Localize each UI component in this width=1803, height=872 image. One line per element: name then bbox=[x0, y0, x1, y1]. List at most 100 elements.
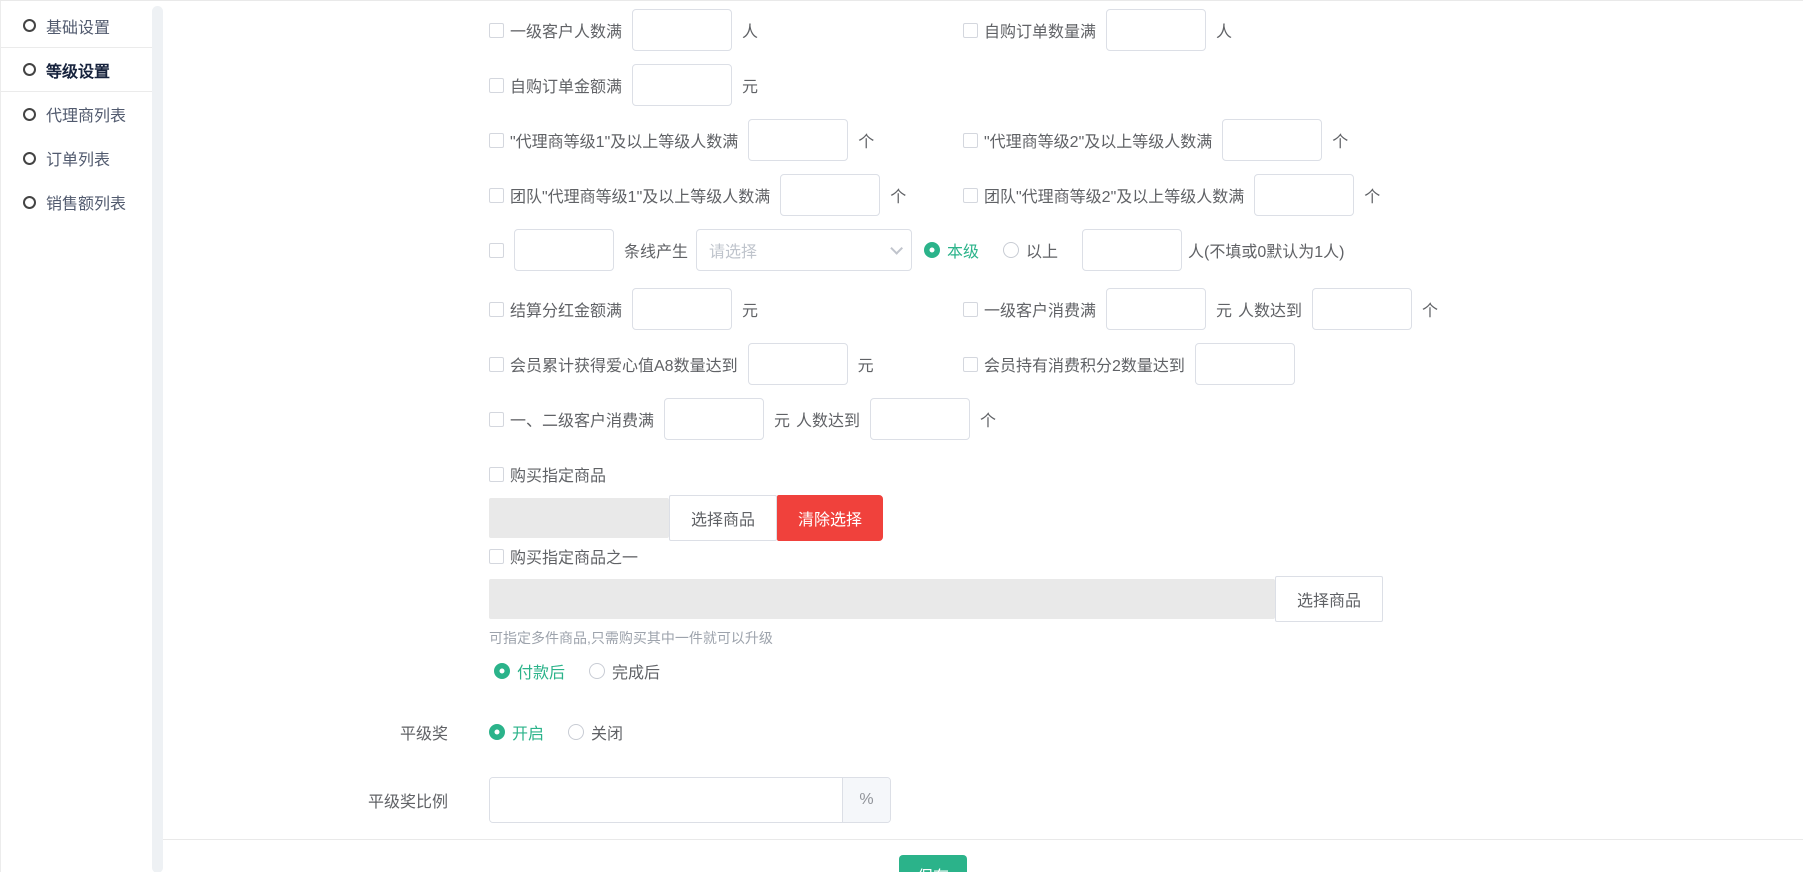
checkbox-points2[interactable] bbox=[963, 357, 978, 372]
condition-label: 一、二级客户消费满 bbox=[510, 407, 654, 431]
checkbox-self-order-count[interactable] bbox=[963, 23, 978, 38]
select-placeholder: 请选择 bbox=[709, 238, 757, 262]
radio-after-completion[interactable] bbox=[589, 663, 605, 679]
level-settings-page: 基础设置 等级设置 代理商列表 订单列表 销售额列表 一级客户人数满 人 bbox=[0, 0, 1803, 872]
checkbox-agent-level1[interactable] bbox=[489, 133, 504, 148]
radio-label: 付款后 bbox=[517, 659, 565, 683]
radio-label: 完成后 bbox=[612, 659, 660, 683]
lines-mid-label: 条线产生 bbox=[624, 238, 688, 262]
sidebar-item-label: 代理商列表 bbox=[46, 102, 126, 126]
sidebar-item-label: 订单列表 bbox=[46, 146, 110, 170]
circle-icon bbox=[23, 196, 36, 209]
radio-label: 本级 bbox=[947, 238, 979, 262]
points2-input[interactable] bbox=[1195, 343, 1295, 385]
agent-level2-input[interactable] bbox=[1222, 119, 1322, 161]
peer-award-label: 平级奖 bbox=[163, 720, 448, 744]
sidebar-item-label: 销售额列表 bbox=[46, 190, 126, 214]
radio-peer-award-off[interactable] bbox=[568, 724, 584, 740]
radio-above-level[interactable] bbox=[1003, 242, 1019, 258]
radio-label: 以上 bbox=[1026, 238, 1058, 262]
circle-icon bbox=[23, 19, 36, 32]
sidebar-item-sales-list[interactable]: 销售额列表 bbox=[1, 180, 152, 224]
checkbox-team-agent-level2[interactable] bbox=[963, 188, 978, 203]
lines-people-input[interactable] bbox=[1082, 229, 1182, 271]
select-product-button[interactable]: 选择商品 bbox=[669, 495, 777, 541]
chevron-down-icon bbox=[890, 242, 903, 255]
condition-label: 一级客户人数满 bbox=[510, 18, 622, 42]
lines-level-select[interactable]: 请选择 bbox=[696, 229, 912, 271]
condition-label: 购买指定商品 bbox=[510, 462, 606, 486]
level12-consumption-input[interactable] bbox=[664, 398, 764, 440]
unit-label: 人 bbox=[742, 18, 758, 42]
radio-peer-award-on[interactable] bbox=[489, 724, 505, 740]
condition-label: 团队"代理商等级1"及以上等级人数满 bbox=[510, 183, 770, 207]
condition-label: 购买指定商品之一 bbox=[510, 544, 638, 568]
unit-label: 元 bbox=[1216, 297, 1232, 321]
first-level-consumption-input[interactable] bbox=[1106, 288, 1206, 330]
condition-label: 自购订单数量满 bbox=[984, 18, 1096, 42]
checkbox-team-agent-level1[interactable] bbox=[489, 188, 504, 203]
unit-label: 元 bbox=[774, 407, 790, 431]
team-agent-level2-input[interactable] bbox=[1254, 174, 1354, 216]
love-value-input[interactable] bbox=[748, 343, 848, 385]
circle-icon bbox=[23, 152, 36, 165]
checkbox-dividend-amount[interactable] bbox=[489, 302, 504, 317]
sidebar-item-label: 等级设置 bbox=[46, 58, 110, 82]
checkbox-lines-condition[interactable] bbox=[489, 243, 504, 258]
condition-label: "代理商等级1"及以上等级人数满 bbox=[510, 128, 738, 152]
circle-icon bbox=[23, 108, 36, 121]
condition-label: 团队"代理商等级2"及以上等级人数满 bbox=[984, 183, 1244, 207]
scrollbar[interactable] bbox=[152, 6, 163, 872]
radio-current-level[interactable] bbox=[924, 242, 940, 258]
radio-after-payment[interactable] bbox=[494, 663, 510, 679]
unit-label: 个 bbox=[1422, 297, 1438, 321]
unit-label: 个 bbox=[980, 407, 996, 431]
condition-label: "代理商等级2"及以上等级人数满 bbox=[984, 128, 1212, 152]
sidebar-item-level-settings[interactable]: 等级设置 bbox=[1, 48, 152, 92]
checkbox-agent-level2[interactable] bbox=[963, 133, 978, 148]
checkbox-first-level-customers[interactable] bbox=[489, 23, 504, 38]
selected-product-field bbox=[489, 498, 669, 538]
select-products-button[interactable]: 选择商品 bbox=[1275, 576, 1383, 622]
unit-label: 个 bbox=[890, 183, 906, 207]
team-agent-level1-input[interactable] bbox=[780, 174, 880, 216]
radio-label: 开启 bbox=[512, 720, 544, 744]
peer-award-ratio-input[interactable] bbox=[490, 778, 842, 822]
condition-label: 会员持有消费积分2数量达到 bbox=[984, 352, 1185, 376]
checkbox-first-level-consumption[interactable] bbox=[963, 302, 978, 317]
unit-label: 个 bbox=[1332, 128, 1348, 152]
self-order-amount-input[interactable] bbox=[632, 64, 732, 106]
checkbox-level12-consumption[interactable] bbox=[489, 412, 504, 427]
unit-label: 元 bbox=[742, 297, 758, 321]
level12-consumption-count-input[interactable] bbox=[870, 398, 970, 440]
sidebar-item-agent-list[interactable]: 代理商列表 bbox=[1, 92, 152, 136]
dividend-amount-input[interactable] bbox=[632, 288, 732, 330]
checkbox-love-value[interactable] bbox=[489, 357, 504, 372]
percent-addon: % bbox=[842, 778, 890, 822]
sidebar-item-order-list[interactable]: 订单列表 bbox=[1, 136, 152, 180]
lines-count-input[interactable] bbox=[514, 229, 614, 271]
mid-label: 人数达到 bbox=[796, 407, 860, 431]
self-order-count-input[interactable] bbox=[1106, 9, 1206, 51]
sidebar: 基础设置 等级设置 代理商列表 订单列表 销售额列表 bbox=[0, 1, 152, 872]
checkbox-buy-one-of-products[interactable] bbox=[489, 549, 504, 564]
checkbox-buy-product[interactable] bbox=[489, 467, 504, 482]
sidebar-item-basic-settings[interactable]: 基础设置 bbox=[1, 4, 152, 48]
condition-label: 自购订单金额满 bbox=[510, 73, 622, 97]
peer-award-ratio-label: 平级奖比例 bbox=[163, 788, 448, 812]
unit-label: 个 bbox=[858, 128, 874, 152]
checkbox-self-order-amount[interactable] bbox=[489, 78, 504, 93]
unit-label: 元 bbox=[742, 73, 758, 97]
save-button[interactable]: 保存 bbox=[899, 855, 967, 872]
first-level-customers-input[interactable] bbox=[632, 9, 732, 51]
clear-selection-button[interactable]: 清除选择 bbox=[777, 495, 883, 541]
radio-label: 关闭 bbox=[591, 720, 623, 744]
peer-award-ratio-group: % bbox=[489, 777, 891, 823]
selected-products-field bbox=[489, 579, 1275, 619]
agent-level1-input[interactable] bbox=[748, 119, 848, 161]
sidebar-item-label: 基础设置 bbox=[46, 14, 110, 38]
products-hint: 可指定多件商品,只需购买其中一件就可以升级 bbox=[489, 628, 773, 648]
first-level-consumption-count-input[interactable] bbox=[1312, 288, 1412, 330]
unit-label: 人 bbox=[1216, 18, 1232, 42]
mid-label: 人数达到 bbox=[1238, 297, 1302, 321]
